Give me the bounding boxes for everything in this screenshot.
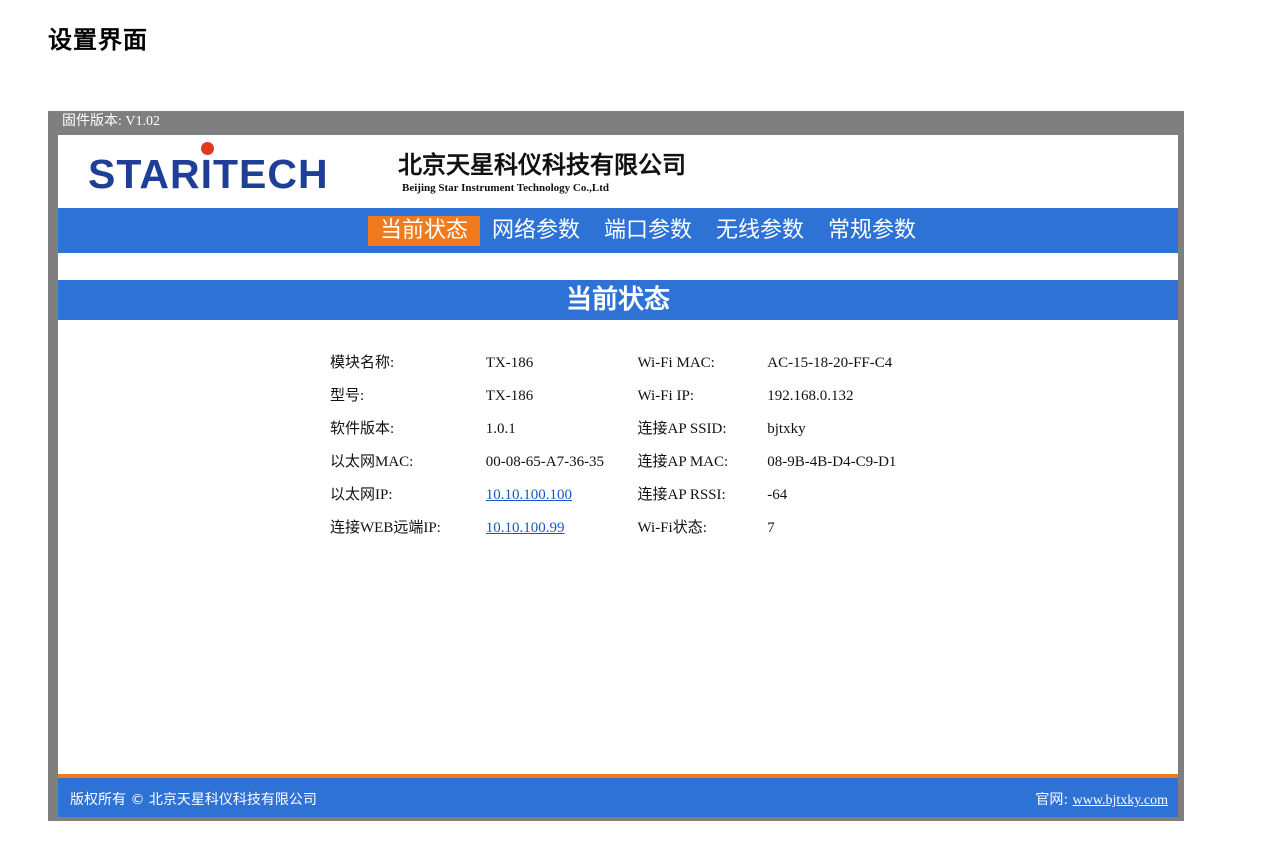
page-heading: 设置界面 [48, 26, 148, 54]
section-title: 当前状态 [58, 280, 1178, 320]
ap-ssid-label: 连接AP SSID: [637, 421, 727, 437]
status-row: 软件版本: 1.0.1 连接AP SSID: bjtxky [330, 417, 896, 450]
status-row: 以太网MAC: 00-08-65-A7-36-35 连接AP MAC: 08-9… [330, 450, 896, 483]
nav-item-port-params[interactable]: 端口参数 [592, 216, 704, 246]
copyright-text: 版权所有 © 北京天星科仪科技有限公司 [70, 792, 317, 808]
model-value: TX-186 [485, 388, 534, 404]
ap-rssi-value: -64 [767, 487, 788, 503]
ethernet-ip-value-wrap: 10.10.100.100 [486, 483, 634, 507]
settings-frame: 固件版本: V1.02 STAR ITECH 北京天星科仪科技有限公司 Beiji… [48, 111, 1184, 821]
content-panel: STAR ITECH 北京天星科仪科技有限公司 Beijing Star Inst… [58, 135, 1178, 817]
ap-mac-value: 08-9B-4B-D4-C9-D1 [767, 454, 897, 470]
wifi-ip-label: Wi-Fi IP: [637, 388, 694, 404]
logo-letter-i: I [200, 151, 213, 197]
status-table: 模块名称: TX-186 Wi-Fi MAC: AC-15-18-20-FF-C… [330, 351, 896, 549]
logo-text-star: STAR [88, 151, 201, 197]
model-label: 型号: [330, 388, 365, 404]
logo-text-tech: TECH [212, 151, 329, 197]
module-name-value: TX-186 [485, 355, 534, 371]
software-version-value: 1.0.1 [485, 421, 516, 437]
status-row: 型号: TX-186 Wi-Fi IP: 192.168.0.132 [330, 384, 896, 417]
status-row: 连接WEB远端IP: 10.10.100.99 Wi-Fi状态: 7 [330, 516, 896, 549]
ap-ssid-value: bjtxky [767, 421, 806, 437]
footer: 版权所有 © 北京天星科仪科技有限公司 官网: www.bjtxky.com [58, 774, 1178, 817]
firmware-label: 固件版本: [62, 114, 122, 129]
firmware-version: V1.02 [125, 114, 161, 129]
site-label: 官网: [1035, 792, 1069, 808]
wifi-mac-value: AC-15-18-20-FF-C4 [767, 355, 893, 371]
official-site-link[interactable]: www.bjtxky.com [1073, 793, 1168, 808]
official-site: 官网: www.bjtxky.com [1035, 789, 1168, 809]
firmware-bar: 固件版本: V1.02 [48, 111, 1184, 135]
brand-header: STAR ITECH 北京天星科仪科技有限公司 Beijing Star Inst… [58, 135, 1178, 208]
nav-item-current-status[interactable]: 当前状态 [367, 216, 480, 246]
logo-i: I [200, 142, 214, 199]
ethernet-ip-link[interactable]: 10.10.100.100 [486, 487, 572, 503]
ethernet-ip-label: 以太网IP: [330, 487, 393, 503]
ap-rssi-label: 连接AP RSSI: [637, 487, 726, 503]
company-name-cn: 北京天星科仪科技有限公司 [398, 151, 686, 179]
nav-item-wireless-params[interactable]: 无线参数 [704, 216, 816, 246]
software-version-label: 软件版本: [330, 421, 395, 437]
web-remote-ip-label: 连接WEB远端IP: [330, 520, 441, 536]
web-remote-ip-link[interactable]: 10.10.100.99 [486, 520, 565, 536]
ethernet-mac-label: 以太网MAC: [330, 454, 414, 470]
logo-dot-icon [200, 142, 214, 155]
wifi-mac-label: Wi-Fi MAC: [637, 355, 715, 371]
web-remote-ip-value-wrap: 10.10.100.99 [486, 516, 634, 540]
company-logo: STAR ITECH [88, 142, 329, 199]
wifi-ip-value: 192.168.0.132 [767, 388, 854, 404]
status-row: 模块名称: TX-186 Wi-Fi MAC: AC-15-18-20-FF-C… [330, 351, 896, 384]
status-row: 以太网IP: 10.10.100.100 连接AP RSSI: -64 [330, 483, 896, 516]
wifi-status-value: 7 [767, 520, 775, 536]
module-name-label: 模块名称: [330, 355, 395, 371]
ap-mac-label: 连接AP MAC: [637, 454, 729, 470]
ethernet-mac-value: 00-08-65-A7-36-35 [485, 454, 605, 470]
nav-item-general-params[interactable]: 常规参数 [816, 216, 928, 246]
nav-item-network-params[interactable]: 网络参数 [480, 216, 592, 246]
company-name-en: Beijing Star Instrument Technology Co.,L… [402, 182, 609, 194]
main-nav: 当前状态 网络参数 端口参数 无线参数 常规参数 [58, 208, 1178, 253]
wifi-status-label: Wi-Fi状态: [637, 520, 707, 536]
